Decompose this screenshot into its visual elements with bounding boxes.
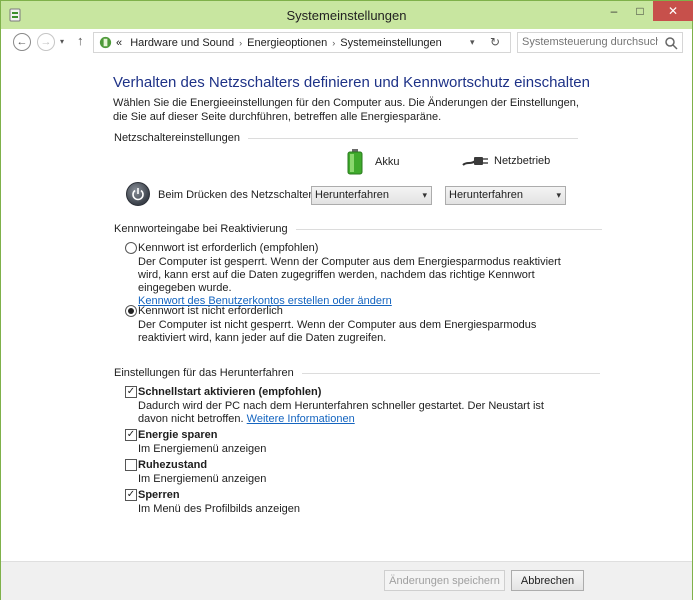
page-title: Verhalten des Netzschalters definieren u… bbox=[113, 74, 590, 91]
search-box[interactable] bbox=[517, 32, 683, 53]
breadcrumb-energieoptionen[interactable]: Energieoptionen bbox=[247, 37, 327, 49]
footer-bar: Änderungen speichern Abbrechen bbox=[1, 561, 692, 600]
power-symbol-icon bbox=[132, 188, 144, 201]
save-changes-button[interactable]: Änderungen speichern bbox=[384, 570, 505, 591]
lock-description: Im Menü des Profilbilds anzeigen bbox=[138, 503, 301, 515]
fast-startup-checkbox[interactable]: ✓ bbox=[125, 386, 137, 398]
column-label-netzbetrieb: Netzbetrieb bbox=[494, 155, 551, 167]
section-title: Kennworteingabe bei Reaktivierung bbox=[114, 223, 288, 235]
fast-startup-description: Dadurch wird der PC nach dem Herunterfah… bbox=[138, 400, 568, 426]
breadcrumb-hardware-und-sound[interactable]: Hardware und Sound bbox=[125, 37, 234, 49]
breadcrumb: « Hardware und Sound › Energieoptionen › Sys… bbox=[116, 37, 442, 49]
cancel-button[interactable]: Abbrechen bbox=[511, 570, 584, 591]
page-intro: Wählen Sie die Energieeinstellungen für … bbox=[113, 97, 579, 123]
password-not-required-description: Der Computer ist nicht gesperrt. Wenn de… bbox=[138, 319, 537, 344]
column-label-akku: Akku bbox=[375, 156, 400, 168]
battery-select-value: Herunterfahren bbox=[315, 189, 389, 201]
ac-select-value: Herunterfahren bbox=[449, 189, 523, 201]
password-required-label[interactable]: Kennwort ist erforderlich (empfohlen) bbox=[138, 242, 318, 254]
chevron-right-icon[interactable]: › bbox=[234, 38, 247, 48]
column-header-akku: Akku bbox=[347, 149, 399, 175]
chevron-down-icon: ▾ bbox=[422, 190, 427, 200]
content-area: Verhalten des Netzschalters definieren u… bbox=[1, 57, 692, 561]
chevron-right-icon[interactable]: › bbox=[327, 38, 340, 48]
breadcrumb-prefix[interactable]: « bbox=[116, 37, 122, 49]
recent-locations-button[interactable]: ▾ bbox=[60, 37, 64, 46]
section-divider bbox=[295, 228, 602, 230]
battery-power-button-select[interactable]: Herunterfahren ▾ bbox=[311, 186, 432, 205]
section-title: Einstellungen für das Herunterfahren bbox=[114, 367, 294, 379]
hibernate-checkbox[interactable] bbox=[125, 459, 137, 471]
hibernate-label[interactable]: Ruhezustand bbox=[138, 459, 207, 471]
section-header-herunterfahren: Einstellungen für das Herunterfahren bbox=[114, 367, 600, 379]
password-required-radio[interactable] bbox=[125, 242, 137, 254]
window-title: Systemeinstellungen bbox=[286, 8, 407, 23]
sleep-description: Im Energiemenü anzeigen bbox=[138, 443, 267, 455]
lock-label[interactable]: Sperren bbox=[138, 489, 180, 501]
minimize-button[interactable]: – bbox=[601, 1, 627, 21]
address-dropdown-button[interactable]: ▾ bbox=[470, 37, 475, 48]
window: Systemeinstellungen – □ ✕ ← → ▾ ↑ « Hard… bbox=[0, 0, 693, 600]
close-button[interactable]: ✕ bbox=[653, 1, 693, 21]
ac-power-button-select[interactable]: Herunterfahren ▾ bbox=[445, 186, 566, 205]
power-plug-icon bbox=[462, 157, 488, 166]
refresh-button[interactable]: ↻ bbox=[490, 35, 500, 49]
section-title: Netzschaltereinstellungen bbox=[114, 132, 240, 144]
forward-button[interactable]: → bbox=[37, 33, 55, 51]
section-header-kennwort: Kennworteingabe bei Reaktivierung bbox=[114, 223, 602, 235]
back-button[interactable]: ← bbox=[13, 33, 31, 51]
control-panel-icon bbox=[99, 36, 112, 49]
chevron-down-icon: ▾ bbox=[556, 190, 561, 200]
maximize-button[interactable]: □ bbox=[627, 1, 653, 21]
up-button[interactable]: ↑ bbox=[77, 33, 84, 48]
hibernate-description: Im Energiemenü anzeigen bbox=[138, 473, 267, 485]
power-button-icon bbox=[126, 182, 150, 206]
lock-checkbox[interactable]: ✓ bbox=[125, 489, 137, 501]
navigation-bar: ← → ▾ ↑ « Hardware und Sound › Energieopti… bbox=[1, 29, 692, 57]
power-button-label: Beim Drücken des Netzschalters: bbox=[158, 189, 321, 201]
password-required-desc-text: Der Computer ist gesperrt. Wenn der Comp… bbox=[138, 256, 561, 294]
section-divider bbox=[247, 137, 578, 139]
sleep-label[interactable]: Energie sparen bbox=[138, 429, 217, 441]
more-info-link[interactable]: Weitere Informationen bbox=[247, 413, 355, 425]
password-not-required-label[interactable]: Kennwort ist nicht erforderlich bbox=[138, 305, 283, 317]
title-bar: Systemeinstellungen – □ ✕ bbox=[1, 1, 693, 29]
search-input[interactable] bbox=[522, 36, 658, 48]
sleep-checkbox[interactable]: ✓ bbox=[125, 429, 137, 441]
section-header-netzschalter: Netzschaltereinstellungen bbox=[114, 132, 578, 144]
column-header-netzbetrieb: Netzbetrieb bbox=[461, 153, 550, 169]
password-not-required-radio[interactable] bbox=[125, 305, 137, 317]
battery-icon bbox=[347, 149, 363, 175]
password-required-description: Der Computer ist gesperrt. Wenn der Comp… bbox=[138, 256, 568, 308]
address-bar[interactable]: « Hardware und Sound › Energieoptionen › Sys… bbox=[93, 32, 511, 53]
search-icon[interactable] bbox=[664, 36, 678, 50]
breadcrumb-systemeinstellungen[interactable]: Systemeinstellungen bbox=[340, 37, 442, 49]
fast-startup-label[interactable]: Schnellstart aktivieren (empfohlen) bbox=[138, 386, 321, 398]
section-divider bbox=[301, 372, 600, 374]
